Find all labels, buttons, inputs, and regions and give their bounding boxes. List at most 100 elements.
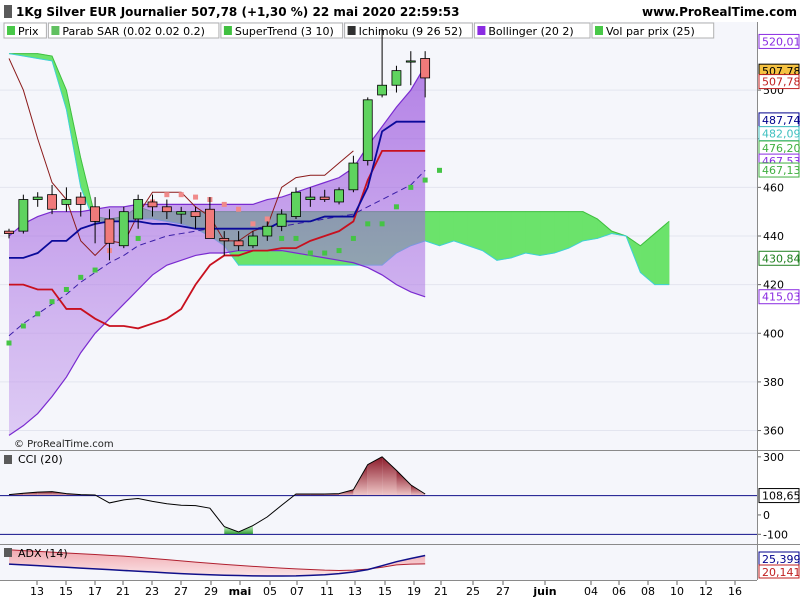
watermark: © ProRealTime.com: [14, 439, 114, 450]
candle-body: [319, 196, 330, 200]
cloud-segment: [467, 211, 483, 252]
legend-swatch-icon: [595, 26, 603, 35]
sar-dot: [350, 235, 356, 241]
candle-body: [248, 235, 258, 247]
sar-dot: [293, 235, 299, 241]
adx-value-label: 25,399: [762, 553, 800, 566]
date-tick-label: 27: [496, 585, 510, 598]
candle-body: [362, 99, 373, 162]
sar-dot: [193, 194, 199, 200]
chart-title: 1Kg Silver EUR Journalier 507,78 (+1,30 …: [16, 5, 460, 19]
site-name: www.ProRealTime.com: [642, 5, 797, 19]
candle-body: [204, 208, 215, 239]
date-tick-label: juin: [532, 585, 556, 598]
cci-tick-label: 300: [763, 451, 784, 464]
price-tag-label: 507,78: [762, 76, 800, 89]
collapse-handle-icon[interactable]: [4, 5, 12, 18]
cci-value-label: 108,65: [762, 490, 800, 503]
sar-dot: [279, 235, 285, 241]
candle-body: [4, 230, 14, 234]
cloud-segment: [510, 211, 526, 259]
indicator-legend: Prix Parab SAR (0.02 0.02 0.2) SuperTrend …: [3, 22, 715, 39]
date-tick-label: 06: [612, 585, 626, 598]
date-tick-label: mai: [229, 585, 252, 598]
cloud-segment: [439, 211, 455, 247]
sar-dot: [393, 204, 399, 210]
cloud-segment: [554, 211, 569, 254]
chart-canvas: 1Kg Silver EUR Journalier 507,78 (+1,30 …: [0, 0, 800, 600]
date-tick-label: 15: [378, 585, 392, 598]
price-tag-label: 476,20: [762, 142, 800, 155]
candle-body: [334, 189, 344, 203]
price-tick-label: 400: [763, 327, 784, 340]
date-tick-label: 15: [59, 585, 73, 598]
sar-dot: [422, 177, 428, 183]
price-tag-label: 487,74: [762, 114, 800, 127]
candle-body: [133, 199, 144, 220]
cloud-segment: [525, 211, 541, 256]
date-tick-label: 21: [116, 585, 130, 598]
price-tick-label: 360: [763, 425, 784, 438]
cci-tick-label: -100: [763, 528, 788, 541]
sar-dot: [92, 267, 98, 273]
legend-swatch-icon: [477, 26, 486, 35]
legend-label: Parab SAR (0.02 0.02 0.2): [62, 25, 205, 38]
adx-handle-icon[interactable]: [4, 548, 12, 557]
price-tags: 520,01507,78507,78487,74482,09476,20467,…: [758, 33, 800, 305]
legend-swatch-icon: [7, 26, 15, 35]
date-tick-label: 29: [204, 585, 218, 598]
date-tick-label: 13: [30, 585, 44, 598]
legend-swatch-icon: [51, 26, 60, 35]
candle-body: [219, 238, 230, 242]
candle-body: [18, 199, 29, 232]
candle-body: [75, 196, 86, 205]
candle-body: [420, 58, 431, 79]
date-tick-label: 27: [174, 585, 188, 598]
date-tick-label: 25: [466, 585, 480, 598]
legend-swatch-icon: [223, 26, 232, 35]
legend-label: Prix: [18, 25, 39, 38]
candle-body: [291, 191, 301, 217]
sar-dot: [20, 323, 26, 329]
date-tick-label: 11: [320, 585, 334, 598]
legend-label: Ichimoku (9 26 52): [359, 25, 463, 38]
date-tick-label: 07: [290, 585, 304, 598]
sar-dot: [322, 250, 328, 256]
candle-body: [405, 60, 416, 63]
candle-body: [377, 84, 388, 96]
candle-body: [190, 211, 201, 217]
price-tag-label: 415,03: [762, 291, 800, 304]
date-tick-label: 19: [407, 585, 421, 598]
sar-dot: [264, 216, 270, 222]
candle-body: [391, 70, 402, 86]
cloud-segment: [453, 211, 469, 247]
sar-dot: [63, 287, 69, 292]
candle-body: [233, 240, 244, 247]
candle-body: [348, 162, 359, 191]
cloud-segment: [539, 211, 555, 256]
cci-title: CCI (20): [18, 453, 63, 466]
cloud-segment: [424, 211, 440, 247]
sar-dot: [365, 221, 371, 227]
sar-dot: [135, 235, 141, 241]
sar-dot: [437, 167, 442, 173]
legend-swatch-icon: [347, 26, 356, 35]
candle-body: [161, 206, 172, 213]
candle-body: [104, 218, 115, 244]
candle-body: [90, 206, 100, 222]
adx-title: ADX (14): [18, 547, 68, 560]
sar-dot: [221, 201, 227, 207]
candle-body: [118, 211, 129, 247]
date-tick-label: 12: [699, 585, 713, 598]
legend-label: SuperTrend (3 10): [235, 25, 334, 38]
date-tick-label: 16: [728, 585, 742, 598]
sar-dot: [164, 192, 170, 198]
date-tick-label: 13: [348, 585, 362, 598]
sar-dot: [178, 192, 184, 198]
sar-dot: [49, 299, 55, 305]
candle-body: [176, 211, 187, 215]
sar-dot: [379, 221, 385, 227]
date-tick-label: 17: [88, 585, 102, 598]
price-tick-label: 440: [763, 230, 784, 243]
cci-handle-icon[interactable]: [4, 455, 12, 464]
